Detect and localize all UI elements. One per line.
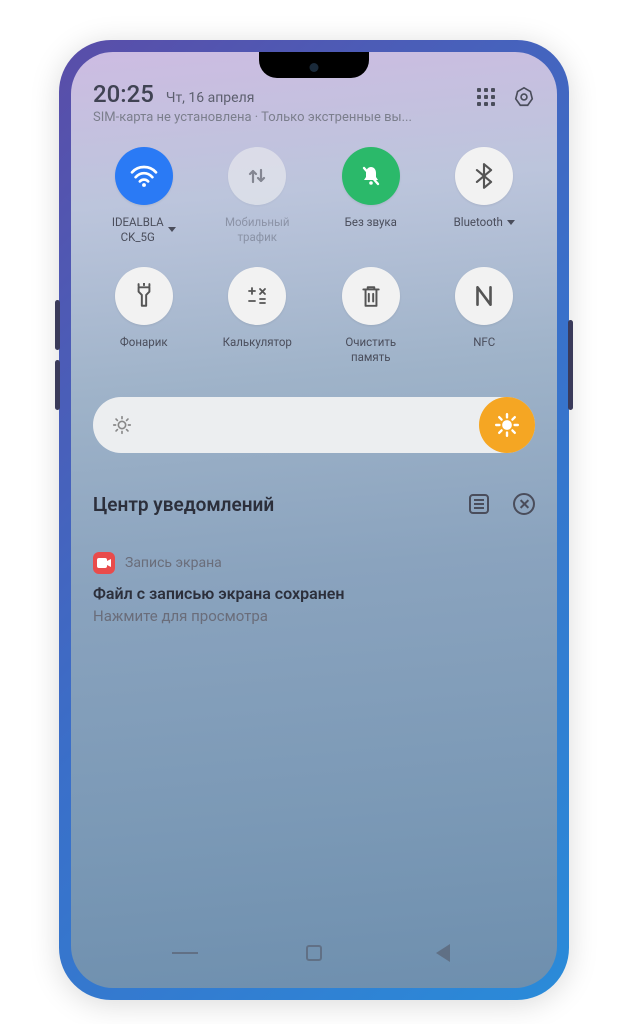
trash-icon <box>360 284 382 308</box>
flashlight-icon <box>133 283 155 309</box>
status-bar: 20:25 Чт, 16 апреля SIM-карта не установ… <box>93 80 535 125</box>
screen-record-app-icon <box>93 552 115 574</box>
notification-title: Файл с записью экрана сохранен <box>93 584 535 603</box>
dropdown-arrow-icon <box>507 220 515 225</box>
clear-all-icon[interactable] <box>513 493 535 515</box>
notification-center-header: Центр уведомлений <box>93 493 535 516</box>
qs-tile-mute[interactable]: Без звука <box>320 147 422 245</box>
home-button[interactable] <box>301 940 327 966</box>
manage-notifications-icon[interactable] <box>469 494 489 514</box>
brightness-thumb[interactable] <box>479 397 535 453</box>
quick-settings-row-1: IDEALBLA CK_5G Мобильный трафик Без звук… <box>93 147 535 245</box>
status-date: Чт, 16 апреля <box>166 90 255 106</box>
calculator-icon <box>245 284 269 308</box>
brightness-high-icon <box>494 412 520 438</box>
settings-icon[interactable] <box>513 86 535 108</box>
wifi-icon <box>129 164 159 188</box>
qs-tile-nfc[interactable]: NFC <box>434 267 536 365</box>
mobile-data-icon <box>245 164 269 188</box>
status-time: 20:25 <box>93 80 154 108</box>
mute-bell-icon <box>359 164 383 188</box>
qs-tile-flashlight[interactable]: Фонарик <box>93 267 195 365</box>
recent-apps-button[interactable] <box>172 940 198 966</box>
navigation-bar <box>71 940 557 966</box>
notification-center-title: Центр уведомлений <box>93 493 469 516</box>
notification-app-name: Запись экрана <box>125 555 222 571</box>
qs-tile-calculator[interactable]: Калькулятор <box>207 267 309 365</box>
brightness-slider[interactable] <box>93 397 535 453</box>
qs-tile-wifi[interactable]: IDEALBLA CK_5G <box>93 147 195 245</box>
qs-tile-clear-memory[interactable]: Очистить память <box>320 267 422 365</box>
quick-settings-row-2: Фонарик Калькулятор <box>93 267 535 365</box>
back-button[interactable] <box>430 940 456 966</box>
edit-tiles-icon[interactable] <box>477 88 495 106</box>
sim-status-text: SIM-карта не установлена · Только экстре… <box>93 110 412 125</box>
notification-body: Нажмите для просмотра <box>93 607 535 625</box>
bluetooth-icon <box>474 163 494 189</box>
nfc-icon <box>471 283 497 309</box>
notification-card[interactable]: Запись экрана Файл с записью экрана сохр… <box>93 552 535 625</box>
dropdown-arrow-icon <box>168 227 176 232</box>
qs-tile-mobile-data[interactable]: Мобильный трафик <box>207 147 309 245</box>
brightness-low-icon <box>111 414 133 436</box>
display-notch <box>259 52 369 78</box>
qs-tile-bluetooth[interactable]: Bluetooth <box>434 147 536 245</box>
